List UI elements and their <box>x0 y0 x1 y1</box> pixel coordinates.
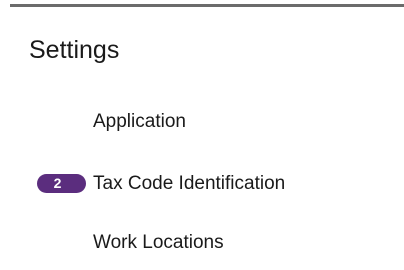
nav-item-work-locations[interactable]: Work Locations <box>0 226 404 260</box>
nav-item-label: Work Locations <box>93 232 224 253</box>
nav-item-label: Application <box>93 111 186 132</box>
nav-item-label: Tax Code Identification <box>93 173 286 194</box>
step-number-badge: 2 <box>37 174 86 193</box>
nav-item-application[interactable]: Application <box>0 105 404 139</box>
top-divider <box>10 4 404 7</box>
settings-heading: Settings <box>29 36 120 64</box>
nav-item-tax-code-identification[interactable]: 2 Tax Code Identification <box>0 167 404 201</box>
